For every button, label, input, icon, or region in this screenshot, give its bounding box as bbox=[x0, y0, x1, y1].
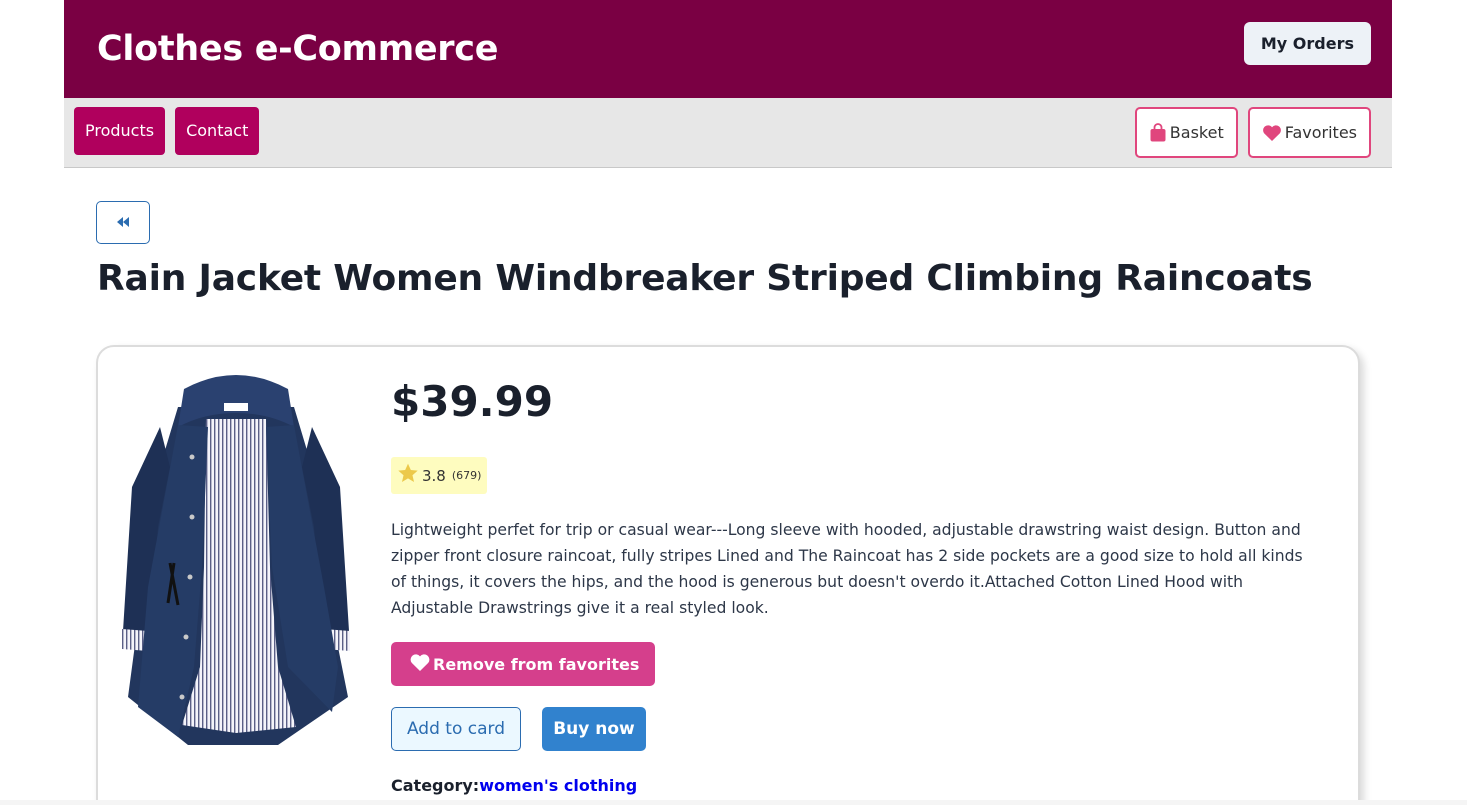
product-title: Rain Jacket Women Windbreaker Striped Cl… bbox=[97, 258, 1313, 299]
rating-count: (679) bbox=[451, 469, 482, 482]
favorites-label: Favorites bbox=[1284, 123, 1357, 142]
nav-links: Products Contact bbox=[74, 106, 260, 155]
category-label: Category: bbox=[391, 776, 480, 795]
brand-title[interactable]: Clothes e-Commerce bbox=[97, 29, 498, 69]
product-category: Category:women's clothing bbox=[391, 776, 637, 795]
product-price: $39.99 bbox=[391, 377, 554, 426]
product-image bbox=[118, 367, 354, 757]
nav-contact-button[interactable]: Contact bbox=[175, 106, 260, 155]
add-to-card-button[interactable]: Add to card bbox=[391, 707, 521, 751]
nav-bar: Products Contact Basket Favorites bbox=[64, 98, 1392, 168]
remove-from-favorites-label: Remove from favorites bbox=[433, 654, 640, 674]
basket-button[interactable]: Basket bbox=[1134, 107, 1238, 158]
bottom-strip bbox=[0, 800, 1467, 805]
product-card: $39.99 3.8 (679) Lightweight perfet for … bbox=[96, 345, 1360, 805]
product-description: Lightweight perfet for trip or casual we… bbox=[391, 521, 1303, 617]
nav-products-button[interactable]: Products bbox=[74, 106, 166, 155]
buy-now-button[interactable]: Buy now bbox=[542, 707, 646, 751]
favorites-button[interactable]: Favorites bbox=[1247, 107, 1371, 158]
remove-from-favorites-button[interactable]: Remove from favorites bbox=[391, 642, 656, 686]
double-chevron-left-icon bbox=[117, 216, 129, 230]
back-button[interactable] bbox=[96, 201, 150, 244]
site-header: Clothes e-Commerce My Orders bbox=[64, 0, 1392, 98]
rating-value: 3.8 bbox=[422, 466, 446, 485]
rating-badge: 3.8 (679) bbox=[391, 457, 488, 494]
heart-icon bbox=[409, 653, 431, 676]
my-orders-button[interactable]: My Orders bbox=[1243, 21, 1371, 65]
basket-label: Basket bbox=[1169, 123, 1224, 142]
heart-icon bbox=[1262, 124, 1282, 142]
shopping-bag-icon bbox=[1149, 123, 1167, 142]
category-link[interactable]: women's clothing bbox=[479, 776, 637, 795]
star-icon bbox=[397, 463, 419, 488]
nav-actions: Basket Favorites bbox=[1134, 107, 1371, 158]
